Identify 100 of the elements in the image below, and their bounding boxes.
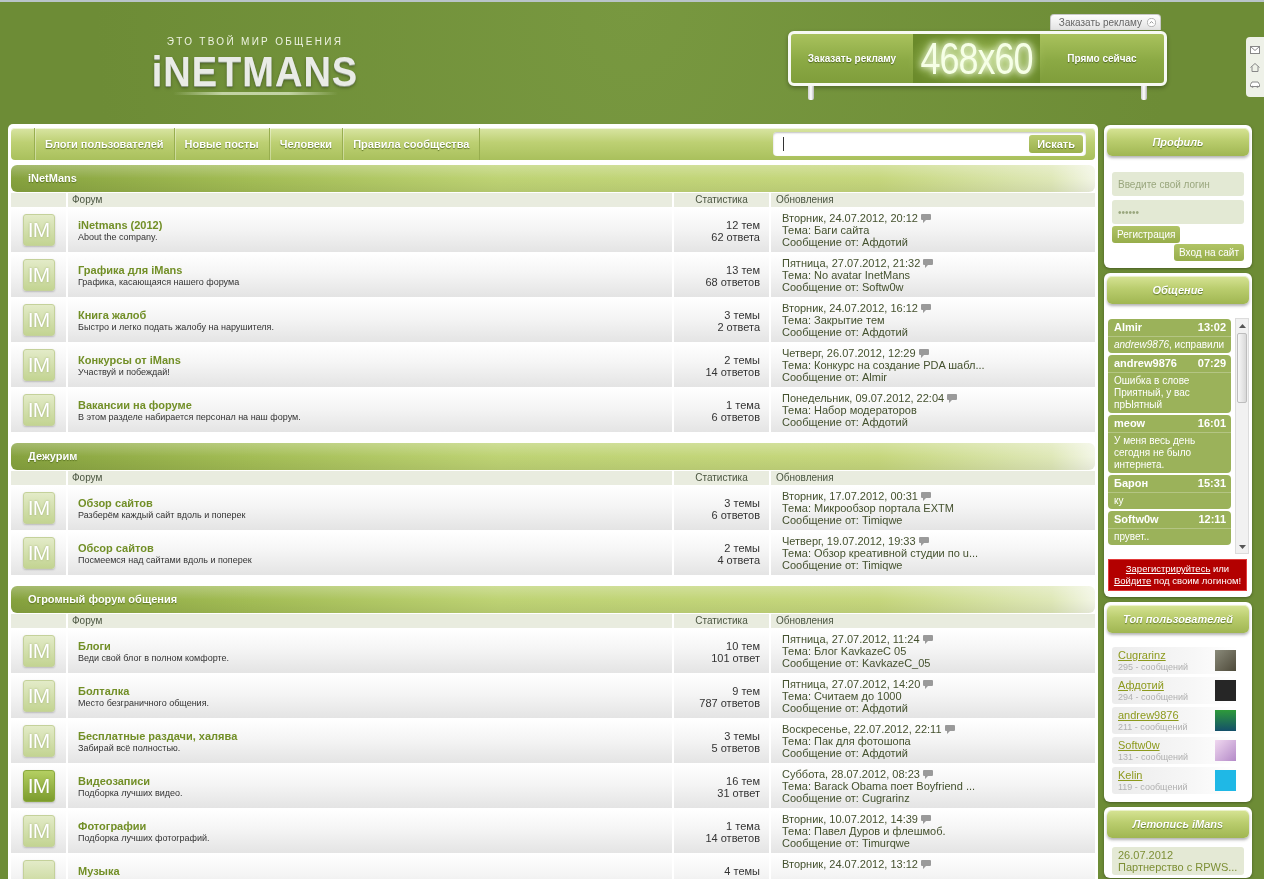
last-post-date: Вторник, 24.07.2012, 13:12: [782, 858, 918, 870]
forum-title[interactable]: Конкурсы от iMans: [78, 354, 181, 367]
forum-title[interactable]: Вакансии на форуме: [78, 399, 192, 412]
search-button[interactable]: Искать: [1029, 135, 1083, 153]
nav-link[interactable]: Правила сообщества: [342, 128, 481, 160]
user-link[interactable]: Cugrarinz: [1118, 649, 1166, 662]
message-text: У меня весь день сегодня не было интернета.: [1113, 434, 1197, 472]
forum-description: Быстро и легко подать жалобу на нарушителя.: [78, 322, 274, 333]
arrow-circle-icon: [1147, 18, 1156, 27]
last-post-author: Сообщение от: Timiqwe: [782, 514, 903, 526]
forum-title[interactable]: Блоги: [78, 640, 111, 653]
nav-link[interactable]: Человеки: [268, 128, 343, 160]
last-post-topic: Тема: Считаем до 1000: [782, 690, 902, 702]
last-post-date: Четверг, 26.07.2012, 12:29: [782, 347, 916, 359]
car-icon[interactable]: [1250, 81, 1260, 89]
topic-count: 12 тем: [726, 219, 760, 231]
scrollbar-thumb[interactable]: [1237, 333, 1247, 403]
user-link[interactable]: Афдотий: [1118, 679, 1164, 692]
message-author: meow: [1114, 416, 1146, 431]
forum-description: Графика, касающаяся нашего форума: [78, 277, 240, 288]
forum-title[interactable]: Графика для iMans: [78, 264, 183, 277]
forum-title[interactable]: Болталка: [78, 685, 130, 698]
forum-title[interactable]: Книга жалоб: [78, 309, 147, 322]
forum-title[interactable]: iNetmans (2012): [78, 219, 163, 232]
advertise-tab[interactable]: Заказать рекламу: [1049, 14, 1161, 30]
nav-link[interactable]: Новые посты: [173, 128, 269, 160]
ad-banner[interactable]: Заказать рекламу 468x60 Прямо сейчас: [788, 31, 1167, 86]
post-count: 131 - сообщений: [1118, 752, 1189, 762]
reply-count: 5 ответов: [711, 742, 760, 754]
notice-link[interactable]: Войдите: [1113, 575, 1152, 586]
last-post-topic: Тема: Блог KavkazeC 05: [782, 645, 907, 657]
message-time: 16:01: [1197, 416, 1226, 431]
last-post-topic: Тема: Barack Obama поет Boyfriend ...: [782, 780, 976, 792]
message-author: andrew9876: [1114, 356, 1177, 371]
forum-title[interactable]: Видеозаписи: [78, 775, 151, 788]
forum-description: Участвуй и побеждай!: [78, 367, 170, 378]
nav-link[interactable]: Блоги пользователей: [34, 128, 174, 160]
chronicle-text[interactable]: Партнерство с RPWS...: [1118, 861, 1238, 873]
reply-count: 787 ответов: [699, 697, 760, 709]
forum-logo: IM: [22, 725, 55, 757]
last-post-date: Четверг, 19.07.2012, 19:33: [782, 535, 916, 547]
message-text: Ошибка в слове Приятный, у вас прЫятный: [1113, 374, 1191, 412]
message-time: 07:29: [1197, 356, 1226, 371]
reply-count: 6 ответов: [711, 509, 760, 521]
comment-icon: [922, 769, 933, 779]
message-time: 13:02: [1197, 320, 1226, 335]
column-header: Форум: [68, 471, 672, 485]
comment-icon: [920, 303, 931, 313]
password-field[interactable]: ••••••: [1112, 200, 1244, 224]
column-header-blank: [11, 193, 66, 207]
login-button[interactable]: Вход на сайт: [1174, 244, 1244, 261]
forum-description: Место безграничного общения.: [78, 698, 209, 709]
message-author: Барон: [1114, 476, 1149, 491]
comment-icon: [918, 536, 929, 546]
message-text: ку: [1113, 494, 1125, 508]
avatar-placeholder: [1215, 680, 1236, 701]
avatar-placeholder: [1215, 770, 1236, 791]
login-field[interactable]: Введите свой логин: [1112, 172, 1244, 196]
column-header: Обновления: [771, 471, 1095, 485]
last-post-author: Сообщение от: Timurqwe: [782, 837, 910, 849]
forum-logo: IM: [22, 394, 55, 426]
topic-count: 16 тем: [726, 775, 760, 787]
notice-link[interactable]: Зарегистрируйтесь: [1125, 563, 1211, 574]
last-post-author: Сообщение от: Timiqwe: [782, 559, 903, 571]
reply-count: 2 ответа: [717, 321, 760, 333]
column-header: Статистика: [674, 614, 769, 628]
mail-icon[interactable]: [1250, 45, 1260, 54]
last-post-author: Сообщение от: Cugrarinz: [782, 792, 910, 804]
forum-title[interactable]: Обзор сайтов: [78, 497, 153, 510]
user-link[interactable]: Softw0w: [1118, 739, 1160, 752]
search-field[interactable]: [773, 132, 1086, 156]
scroll-down-icon[interactable]: [1238, 545, 1246, 549]
ad-banner-text: Прямо сейчас: [1066, 52, 1138, 66]
forum-description: Разберём каждый сайт вдоль и поперек: [78, 510, 246, 521]
home-icon[interactable]: [1250, 63, 1260, 72]
avatar-placeholder: [1215, 740, 1236, 761]
user-link[interactable]: andrew9876: [1118, 709, 1179, 722]
user-link[interactable]: Kelin: [1118, 769, 1143, 782]
forum-title[interactable]: Музыка: [78, 865, 120, 878]
forum-title[interactable]: Фотографии: [78, 820, 147, 833]
forum-title[interactable]: Бесплатные раздачи, халява: [78, 730, 238, 743]
forum-description: About the company.: [78, 232, 158, 243]
message-author: Almir: [1114, 320, 1143, 335]
topic-count: 13 тем: [726, 264, 760, 276]
logo-wordmark: iNETMANS: [151, 50, 359, 92]
scroll-up-icon[interactable]: [1238, 324, 1246, 328]
column-header-blank: [11, 614, 66, 628]
message-text: прувет..: [1113, 530, 1151, 544]
post-count: 211 - сообщений: [1118, 722, 1188, 732]
topic-count: 1 тема: [726, 399, 760, 411]
scrollbar[interactable]: [1235, 318, 1249, 554]
avatar-placeholder: [1215, 710, 1236, 731]
message-text: andrew9876, исправили: [1113, 338, 1226, 352]
last-post-topic: Тема: Баги сайта: [782, 224, 870, 236]
last-post-topic: Тема: Павел Дуров и флешмоб.: [782, 825, 946, 837]
panel-title: Летопись iMans: [1107, 810, 1249, 838]
ad-banner-text: Заказать рекламу: [806, 52, 898, 66]
message-time: 15:31: [1197, 476, 1226, 491]
register-button[interactable]: Регистрация: [1112, 226, 1181, 243]
forum-title[interactable]: Обсор сайтов: [78, 542, 154, 555]
